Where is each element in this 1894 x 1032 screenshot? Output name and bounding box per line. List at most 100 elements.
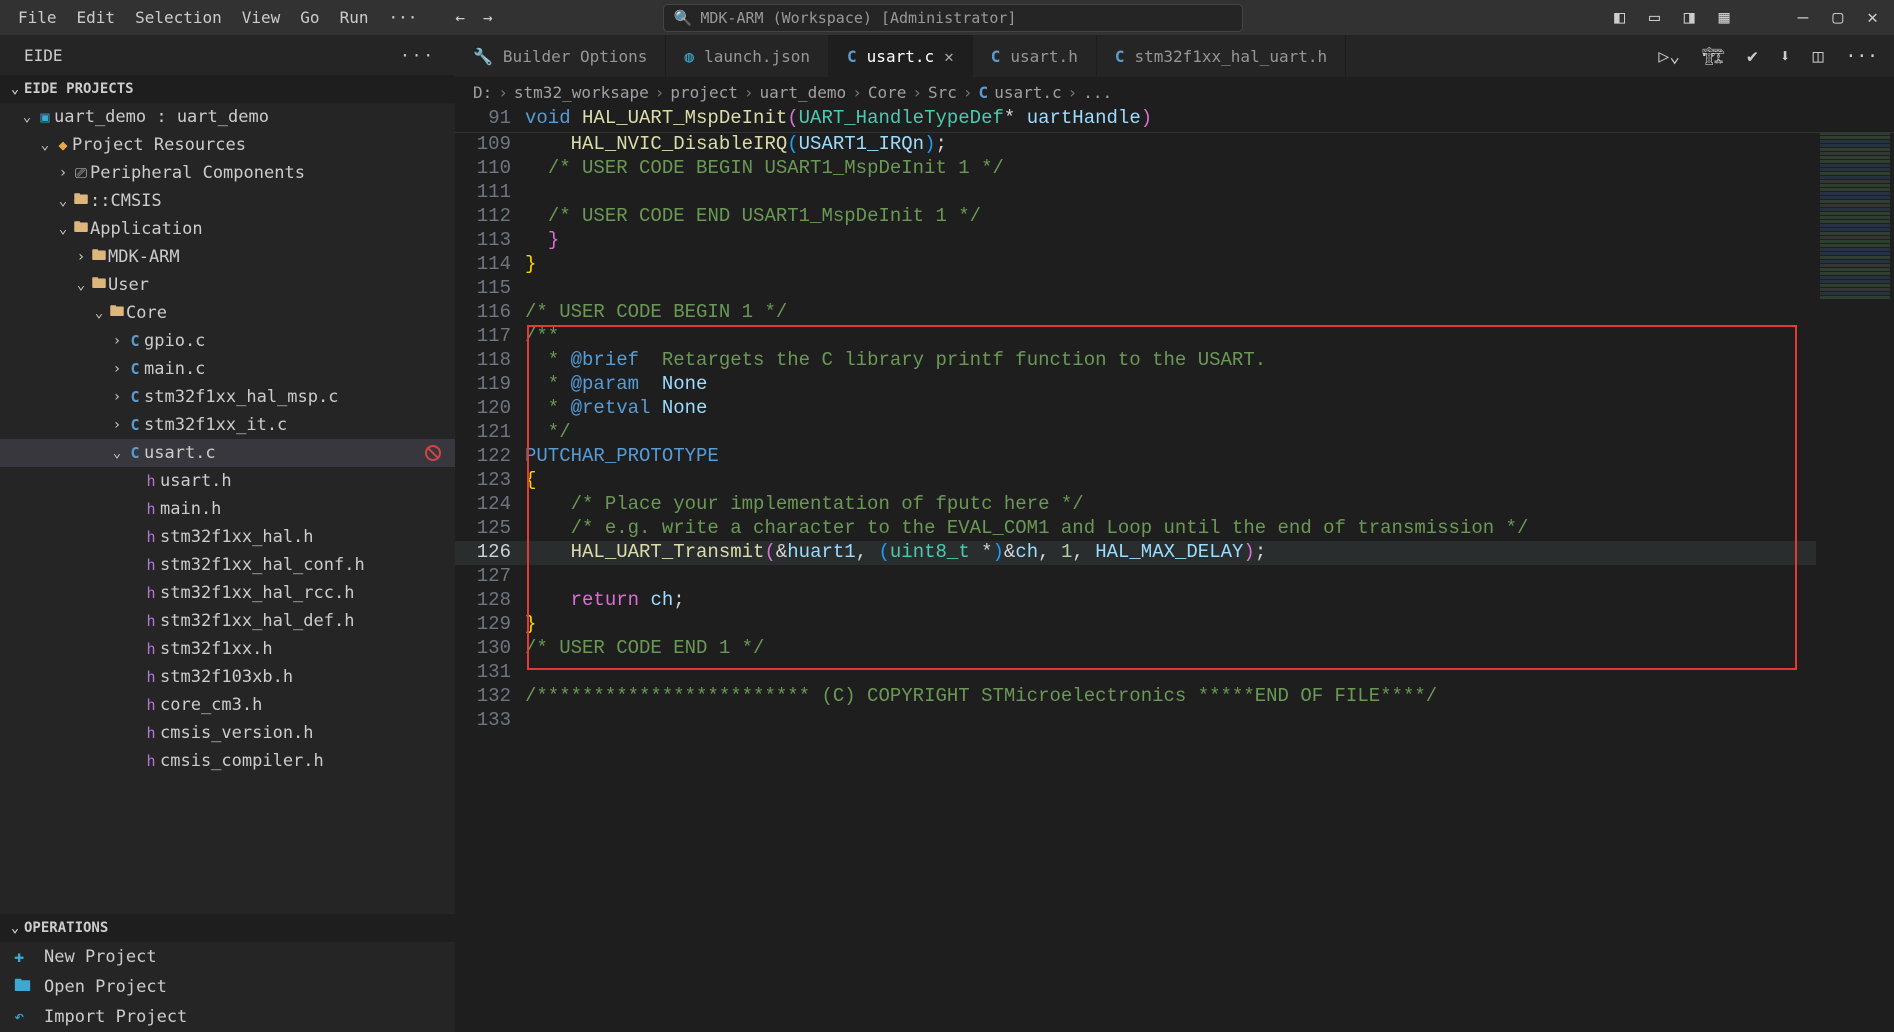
minimap[interactable] [1816, 107, 1894, 1032]
h-file-icon: h [142, 500, 160, 518]
tree-header[interactable]: hmain.h [0, 495, 455, 523]
c-file-icon: C [126, 388, 144, 406]
chevron-down-icon: ⌄ [108, 445, 126, 461]
chevron-right-icon: › [108, 333, 126, 349]
tree-header[interactable]: hcore_cm3.h [0, 691, 455, 719]
download-icon[interactable]: ⬇ [1780, 46, 1791, 67]
layout-primary-side-icon[interactable]: ◧ [1614, 7, 1625, 28]
tree-mdkarm[interactable]: › 🖿 MDK-ARM [0, 243, 455, 271]
search-text: MDK-ARM (Workspace) [Administrator] [700, 9, 1016, 27]
import-icon: ↶ [14, 1007, 34, 1027]
editor-body[interactable]: 91 void HAL_UART_MspDeInit(UART_HandleTy… [455, 107, 1894, 1032]
split-icon[interactable]: ◫ [1813, 46, 1824, 67]
tree-user[interactable]: ⌄ 🖿 User [0, 271, 455, 299]
run-icon[interactable]: ▷⌄ [1658, 46, 1680, 67]
folder-icon: 🖿 [108, 304, 126, 322]
h-file-icon: h [142, 724, 160, 742]
nav-forward-icon[interactable]: → [483, 8, 493, 27]
chevron-right-icon: › [108, 361, 126, 377]
op-new-project[interactable]: ✚New Project [0, 942, 455, 972]
tree-header[interactable]: hstm32f103xb.h [0, 663, 455, 691]
chevron-down-icon: ⌄ [54, 193, 72, 209]
tree-file[interactable]: ›Cgpio.c [0, 327, 455, 355]
tree-resources[interactable]: ⌄ ◆ Project Resources [0, 131, 455, 159]
sidebar-more-icon[interactable]: ··· [400, 46, 435, 65]
operations-list: ✚New Project 🖿Open Project ↶Import Proje… [0, 942, 455, 1032]
menu-go[interactable]: Go [290, 0, 329, 35]
menu-view[interactable]: View [232, 0, 291, 35]
window-close-icon[interactable]: ✕ [1867, 7, 1878, 28]
layout-secondary-side-icon[interactable]: ◨ [1684, 7, 1695, 28]
sidebar: EIDE ··· ⌄ EIDE PROJECTS ⌄ ▣ uart_demo :… [0, 35, 455, 1032]
tree-header[interactable]: hstm32f1xx.h [0, 635, 455, 663]
layout-customize-icon[interactable]: ▦ [1719, 7, 1730, 28]
menu-edit[interactable]: Edit [67, 0, 126, 35]
check-icon[interactable]: ✔ [1747, 46, 1758, 67]
menu-run[interactable]: Run [330, 0, 379, 35]
tab-usart-c[interactable]: Cusart.c✕ [829, 35, 973, 77]
tree-cmsis[interactable]: ⌄ 🖿 ::CMSIS [0, 187, 455, 215]
chevron-right-icon: › [108, 389, 126, 405]
folder-icon: 🖿 [90, 248, 108, 266]
tree-header[interactable]: hstm32f1xx_hal.h [0, 523, 455, 551]
tab-launch-json[interactable]: ◍launch.json [666, 35, 829, 77]
chevron-down-icon: ⌄ [90, 305, 108, 321]
tree-file[interactable]: ›Cstm32f1xx_it.c [0, 411, 455, 439]
op-import-project[interactable]: ↶Import Project [0, 1002, 455, 1032]
nav-back-icon[interactable]: ← [455, 8, 465, 27]
c-file-icon: C [126, 416, 144, 434]
more-icon[interactable]: ··· [1845, 46, 1878, 67]
tree-header[interactable]: hstm32f1xx_hal_def.h [0, 607, 455, 635]
menu-selection[interactable]: Selection [125, 0, 232, 35]
window-minimize-icon[interactable]: — [1797, 7, 1808, 28]
close-icon[interactable]: ✕ [944, 47, 954, 66]
project-icon: ▣ [36, 108, 54, 126]
h-file-icon: h [142, 472, 160, 490]
chevron-down-icon: ⌄ [54, 221, 72, 237]
tree-header[interactable]: hstm32f1xx_hal_rcc.h [0, 579, 455, 607]
tree-header[interactable]: husart.h [0, 467, 455, 495]
build-icon[interactable]: 🏗 [1702, 46, 1725, 67]
h-file-icon: h [142, 696, 160, 714]
layout-panel-icon[interactable]: ▭ [1649, 7, 1660, 28]
breadcrumb[interactable]: D:› stm32_worksape› project› uart_demo› … [455, 77, 1894, 107]
plus-icon: ✚ [14, 947, 34, 967]
tree-file[interactable]: ›Cmain.c [0, 355, 455, 383]
chevron-right-icon: › [54, 165, 72, 181]
json-icon: ◍ [684, 47, 694, 66]
tree-header[interactable]: hcmsis_compiler.h [0, 747, 455, 775]
chevron-down-icon: ⌄ [6, 81, 24, 97]
c-file-icon: C [126, 444, 144, 462]
h-file-icon: h [142, 752, 160, 770]
op-open-project[interactable]: 🖿Open Project [0, 972, 455, 1002]
c-file-icon: C [126, 360, 144, 378]
tree-project[interactable]: ⌄ ▣ uart_demo : uart_demo [0, 103, 455, 131]
tab-builder-options[interactable]: 🔧Builder Options [455, 35, 666, 77]
tree-file-active[interactable]: ⌄Cusart.c [0, 439, 455, 467]
folder-icon: 🖿 [90, 276, 108, 294]
window-maximize-icon[interactable]: ▢ [1832, 7, 1843, 28]
folder-icon: 🖿 [72, 220, 90, 238]
tree-application[interactable]: ⌄ 🖿 Application [0, 215, 455, 243]
menu-file[interactable]: File [8, 0, 67, 35]
tree-peripheral[interactable]: › ⎚ Peripheral Components [0, 159, 455, 187]
command-center[interactable]: 🔍 MDK-ARM (Workspace) [Administrator] [663, 4, 1243, 32]
sticky-scroll[interactable]: 91 void HAL_UART_MspDeInit(UART_HandleTy… [455, 107, 1894, 133]
h-file-icon: h [142, 584, 160, 602]
folder-open-icon: 🖿 [14, 973, 34, 1002]
tree-header[interactable]: hstm32f1xx_hal_conf.h [0, 551, 455, 579]
menu-more[interactable]: ··· [378, 8, 427, 27]
h-file-icon: h [142, 556, 160, 574]
tab-usart-h[interactable]: Cusart.h [973, 35, 1097, 77]
editor-area: 🔧Builder Options ◍launch.json Cusart.c✕ … [455, 35, 1894, 1032]
section-projects[interactable]: ⌄ EIDE PROJECTS [0, 75, 455, 103]
tree-header[interactable]: hcmsis_version.h [0, 719, 455, 747]
section-operations[interactable]: ⌄ OPERATIONS [0, 914, 455, 942]
tree-file[interactable]: ›Cstm32f1xx_hal_msp.c [0, 383, 455, 411]
c-file-icon: C [1115, 47, 1125, 66]
tree-core[interactable]: ⌄ 🖿 Core [0, 299, 455, 327]
chevron-down-icon: ⌄ [18, 109, 36, 125]
tab-bar: 🔧Builder Options ◍launch.json Cusart.c✕ … [455, 35, 1894, 77]
tab-hal-uart-h[interactable]: Cstm32f1xx_hal_uart.h [1097, 35, 1346, 77]
project-tree: ⌄ ▣ uart_demo : uart_demo ⌄ ◆ Project Re… [0, 103, 455, 914]
